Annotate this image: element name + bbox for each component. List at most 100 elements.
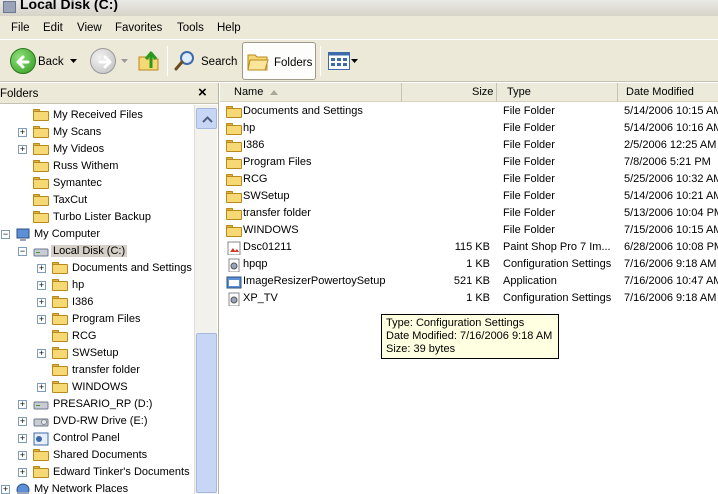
file-size: 521 KB (453, 275, 490, 287)
scroll-up-button[interactable] (196, 108, 217, 129)
forward-button[interactable] (86, 43, 130, 79)
expand-icon[interactable]: + (37, 349, 46, 358)
file-type: File Folder (503, 105, 555, 117)
menu-view[interactable]: View (77, 22, 102, 34)
tree-item[interactable]: + My Videos (0, 141, 194, 158)
expand-icon[interactable]: + (18, 417, 27, 426)
file-row[interactable]: ImageResizerPowertoySetup 521 KB Applicati… (220, 273, 718, 290)
column-name[interactable]: Name (220, 83, 402, 102)
column-type[interactable]: Type (497, 83, 618, 102)
tree-item[interactable]: + My Scans (0, 124, 194, 141)
chevron-up-icon (202, 116, 213, 123)
search-icon (174, 51, 194, 71)
menu-help[interactable]: Help (217, 22, 241, 34)
back-button[interactable]: Back (6, 43, 84, 79)
expand-icon[interactable]: + (18, 434, 27, 443)
tree-item[interactable]: RCG (0, 328, 194, 345)
tree-item[interactable]: + Control Panel (0, 430, 194, 447)
folders-button[interactable]: Folders (242, 42, 316, 80)
file-row[interactable]: RCG File Folder 5/25/2006 10:32 AM (220, 171, 718, 188)
column-header-row: Name Size Type Date Modified (220, 83, 718, 102)
forward-dropdown-icon[interactable] (121, 59, 128, 64)
file-row[interactable]: transfer folder File Folder 5/13/2006 10:0… (220, 205, 718, 222)
file-row[interactable]: Program Files File Folder 7/8/2006 5:21 PM (220, 154, 718, 171)
file-name: WINDOWS (243, 224, 299, 236)
views-dropdown-icon[interactable] (351, 59, 358, 64)
tree-item[interactable]: − Local Disk (C:) (0, 243, 194, 260)
tree-item[interactable]: + Program Files (0, 311, 194, 328)
menu-tools[interactable]: Tools (177, 22, 204, 34)
up-folder-button[interactable] (134, 43, 164, 79)
tree-item[interactable]: + SWSetup (0, 345, 194, 362)
views-button[interactable] (324, 43, 360, 79)
tree-item-label: PRESARIO_RP (D:) (53, 398, 153, 410)
file-modified: 6/28/2006 10:08 PM (624, 241, 718, 253)
search-button[interactable]: Search (170, 43, 238, 79)
back-dropdown-icon[interactable] (70, 59, 77, 64)
tree-item[interactable]: Russ Withem (0, 158, 194, 175)
image-file-icon (227, 241, 241, 255)
expand-icon[interactable]: + (18, 400, 27, 409)
expand-icon[interactable]: + (18, 451, 27, 460)
menu-edit[interactable]: Edit (43, 22, 63, 34)
tree-item[interactable]: + My Network Places (0, 481, 194, 494)
tooltip-size: Size: 39 bytes (386, 343, 456, 355)
expand-icon[interactable]: + (18, 468, 27, 477)
expand-icon[interactable]: + (1, 485, 10, 494)
tree-item[interactable]: transfer folder (0, 362, 194, 379)
menu-favorites[interactable]: Favorites (115, 22, 162, 34)
file-name: RCG (243, 173, 268, 185)
file-row[interactable]: Dsc01211 115 KB Paint Shop Pro 7 Im... 6/28… (220, 239, 718, 256)
tree-item[interactable]: + Edward Tinker's Documents (0, 464, 194, 481)
expand-icon[interactable]: + (18, 128, 27, 137)
tree-item-label: Documents and Settings (72, 262, 192, 274)
file-row[interactable]: hp File Folder 5/14/2006 10:16 AM (220, 120, 718, 137)
file-type: File Folder (503, 173, 555, 185)
window-title: Local Disk (C:) (20, 0, 119, 12)
config-file-icon (228, 258, 240, 272)
expand-icon[interactable]: + (37, 315, 46, 324)
collapse-icon[interactable]: − (1, 230, 10, 239)
tree-item[interactable]: + Shared Documents (0, 447, 194, 464)
tree-item[interactable]: TaxCut (0, 192, 194, 209)
folders-icon (247, 54, 269, 71)
folder-icon (226, 174, 242, 186)
column-date-modified[interactable]: Date Modified (618, 83, 718, 102)
file-row[interactable]: I386 File Folder 2/5/2006 12:25 AM (220, 137, 718, 154)
expand-icon[interactable]: + (37, 298, 46, 307)
tree-item[interactable]: + PRESARIO_RP (D:) (0, 396, 194, 413)
up-folder-icon (138, 51, 159, 71)
tree-item[interactable]: + I386 (0, 294, 194, 311)
file-row[interactable]: XP_TV 1 KB Configuration Settings 7/16/2006… (220, 290, 718, 307)
back-arrow-icon (10, 48, 36, 74)
tree-item[interactable]: + Documents and Settings (0, 260, 194, 277)
file-name: I386 (243, 139, 265, 151)
close-icon[interactable]: × (198, 84, 207, 101)
file-row[interactable]: hpqp 1 KB Configuration Settings 7/16/2006 … (220, 256, 718, 273)
folders-pane-header: Folders × (0, 83, 218, 104)
file-row[interactable]: WINDOWS File Folder 7/15/2006 10:15 AM (220, 222, 718, 239)
tree-item[interactable]: + hp (0, 277, 194, 294)
expand-icon[interactable]: + (37, 264, 46, 273)
tree-item[interactable]: + WINDOWS (0, 379, 194, 396)
tree-item[interactable]: − My Computer (0, 226, 194, 243)
column-size[interactable]: Size (402, 83, 497, 102)
file-row[interactable]: SWSetup File Folder 5/14/2006 10:21 AM (220, 188, 718, 205)
expand-icon[interactable]: + (37, 383, 46, 392)
tree-item[interactable]: Symantec (0, 175, 194, 192)
expand-icon[interactable]: + (18, 145, 27, 154)
file-row[interactable]: Documents and Settings File Folder 5/14/20… (220, 103, 718, 120)
title-bar[interactable]: Local Disk (C:) (0, 0, 718, 16)
expand-icon[interactable]: + (37, 281, 46, 290)
folders-scrollbar[interactable] (194, 105, 217, 494)
folder-icon (33, 211, 49, 223)
tree-item[interactable]: My Received Files (0, 107, 194, 124)
menu-file[interactable]: File (11, 22, 30, 34)
file-modified: 7/16/2006 9:18 AM (624, 258, 717, 270)
tree-item[interactable]: + DVD-RW Drive (E:) (0, 413, 194, 430)
folder-icon (226, 225, 242, 237)
folder-icon (33, 177, 49, 189)
scroll-thumb[interactable] (196, 333, 217, 493)
tree-item[interactable]: Turbo Lister Backup (0, 209, 194, 226)
collapse-icon[interactable]: − (18, 247, 27, 256)
